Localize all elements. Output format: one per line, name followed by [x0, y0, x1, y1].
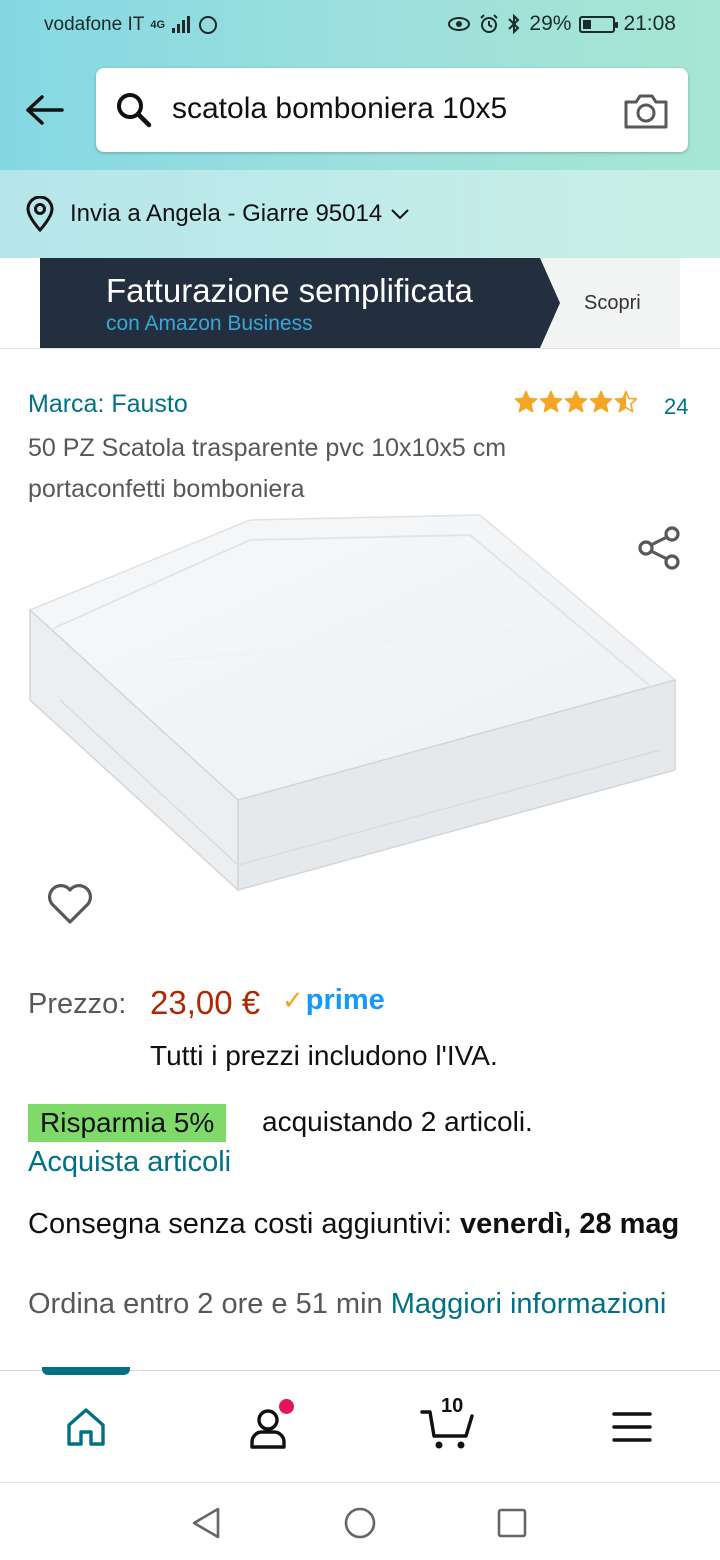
search-bar[interactable]: scatola bomboniera 10x5: [96, 68, 688, 152]
alarm-icon: [480, 14, 499, 33]
bluetooth-icon: [508, 14, 520, 34]
star-icon: [514, 390, 538, 413]
system-back-button[interactable]: [186, 1503, 226, 1543]
nav-home[interactable]: [58, 1399, 114, 1455]
prime-label: prime: [305, 984, 385, 1016]
notification-dot: [279, 1399, 294, 1414]
delivery-location[interactable]: Invia a Angela - Giarre 95014: [70, 200, 410, 228]
camera-icon[interactable]: [622, 92, 670, 130]
delivery-date: venerdì, 28 mag: [460, 1208, 680, 1240]
location-pin-icon: [26, 196, 54, 232]
nav-cart[interactable]: 10: [420, 1395, 476, 1455]
more-info-link[interactable]: Maggiori informazioni: [391, 1288, 667, 1320]
back-arrow-icon: [26, 95, 64, 125]
home-icon: [67, 1408, 105, 1446]
square-recents-icon: [497, 1508, 527, 1538]
product-title: 50 PZ Scatola trasparente pvc 10x10x5 cm…: [28, 434, 507, 503]
chevron-down-icon: [391, 209, 409, 220]
vat-note: Tutti i prezzi includono l'IVA.: [150, 1040, 498, 1071]
banner-cta-link[interactable]: Scopri: [584, 292, 641, 315]
battery-level: [583, 19, 592, 29]
nav-account[interactable]: [240, 1399, 296, 1455]
order-by-info: Ordina entro 2 ore e 51 min Maggiori inf…: [28, 1284, 698, 1324]
price-label: Prezzo:: [28, 988, 127, 1020]
delivery-info: Consegna senza costi aggiuntivi: venerdì…: [28, 1204, 698, 1244]
brand-link[interactable]: Marca: Fausto: [28, 390, 188, 419]
nav-active-indicator: [42, 1367, 130, 1375]
search-icon: [117, 93, 152, 128]
menu-icon: [612, 1412, 652, 1442]
business-banner[interactable]: Fatturazione semplificata con Amazon Bus…: [40, 258, 680, 348]
star-icon: [539, 390, 563, 413]
savings-text: acquistando 2 articoli.: [262, 1106, 533, 1137]
star-rating[interactable]: [514, 390, 638, 414]
nav-menu[interactable]: [604, 1399, 660, 1455]
buy-items-link[interactable]: Acquista articoli: [28, 1146, 231, 1179]
carrier-label: vodafone IT: [44, 14, 145, 35]
savings-badge: Risparmia 5%: [28, 1104, 227, 1142]
circle-home-icon: [344, 1507, 376, 1539]
prime-badge: ✓ prime: [282, 984, 385, 1017]
battery-percent: 29%: [529, 12, 572, 35]
signal-icon: [172, 16, 191, 33]
system-nav-bar: [0, 1482, 720, 1560]
banner-title: Fatturazione semplificata: [106, 272, 473, 309]
heart-icon[interactable]: [46, 882, 94, 926]
status-left: vodafone IT 4G: [44, 14, 218, 36]
prime-check-icon: ✓: [282, 985, 304, 1015]
search-input[interactable]: scatola bomboniera 10x5: [172, 92, 507, 126]
delivery-text: Consegna senza costi aggiuntivi:: [28, 1208, 452, 1240]
star-icon: [614, 390, 638, 413]
share-icon[interactable]: [636, 524, 682, 572]
product-image[interactable]: [20, 510, 710, 950]
rating-count[interactable]: 24: [664, 394, 688, 420]
battery-icon: [579, 15, 619, 33]
banner-subtitle: con Amazon Business: [106, 312, 313, 335]
sync-icon: [199, 16, 218, 34]
status-right: 29% 21:08: [447, 12, 676, 36]
system-recents-button[interactable]: [492, 1503, 532, 1543]
network-label: 4G: [150, 19, 166, 31]
system-home-button[interactable]: [340, 1503, 380, 1543]
cart-count: 10: [441, 1395, 464, 1417]
star-icon: [589, 390, 613, 413]
price-value: 23,00 €: [150, 984, 261, 1021]
divider: [0, 348, 720, 349]
order-by-text: Ordina entro 2 ore e 51 min: [28, 1288, 383, 1320]
eye-icon: [448, 17, 471, 31]
bottom-nav: 10: [0, 1367, 720, 1482]
triangle-back-icon: [192, 1507, 220, 1539]
star-icon: [564, 390, 588, 413]
clock: 21:08: [623, 12, 676, 35]
status-bar: vodafone IT 4G 29% 21:08: [0, 0, 720, 50]
location-label: Invia a Angela - Giarre 95014: [70, 200, 383, 227]
back-button[interactable]: [20, 86, 68, 134]
